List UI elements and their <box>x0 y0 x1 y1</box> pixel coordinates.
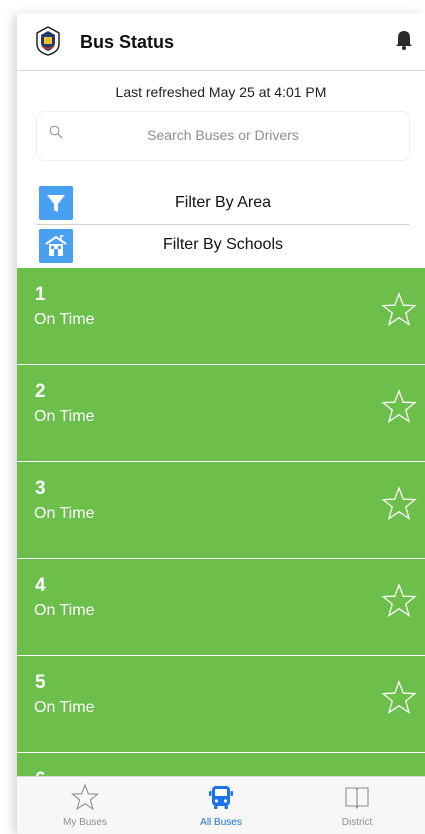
bus-number: 2 <box>35 381 46 402</box>
favorite-star-icon[interactable] <box>381 389 417 425</box>
bus-row[interactable]: 2 On Time <box>17 365 425 462</box>
bus-status: On Time <box>34 699 95 716</box>
tab-label: District <box>341 817 373 828</box>
phone-screen: Bus Status Last refreshed May 25 at 4:01… <box>17 13 425 834</box>
bus-row[interactable]: 4 On Time <box>17 559 425 656</box>
district-seal-icon <box>36 26 60 56</box>
bus-row[interactable]: 5 On Time <box>17 656 425 753</box>
favorite-star-icon[interactable] <box>381 292 417 328</box>
favorite-star-icon[interactable] <box>381 583 417 619</box>
bus-status: On Time <box>34 311 95 328</box>
bus-row[interactable]: 6 <box>17 753 425 777</box>
filter-by-schools-label: Filter By Schools <box>162 236 284 253</box>
favorite-star-icon[interactable] <box>381 486 417 522</box>
favorite-star-icon[interactable] <box>381 680 417 716</box>
search-placeholder: Search Buses or Drivers <box>147 127 299 143</box>
bus-status: On Time <box>34 505 95 522</box>
book-icon <box>345 787 369 810</box>
tab-label: All Buses <box>200 817 242 828</box>
filter-by-area-label: Filter By Area <box>174 194 272 211</box>
filter-by-area-row[interactable]: Filter By Area <box>37 184 409 225</box>
nav-bar: Bus Status <box>17 13 425 71</box>
filter-by-schools-row[interactable]: Filter By Schools <box>37 226 409 266</box>
bus-number: 4 <box>35 575 46 596</box>
bus-list: 1 On Time 2 On Time 3 On Time 4 On Time … <box>17 268 425 777</box>
bus-icon <box>209 786 233 809</box>
bus-number: 3 <box>35 478 46 499</box>
tab-district[interactable]: District <box>289 777 425 834</box>
tab-label: My Buses <box>63 817 107 828</box>
bus-number: 5 <box>35 672 46 693</box>
tab-all-buses[interactable]: All Buses <box>153 777 289 834</box>
bell-icon[interactable] <box>393 29 415 51</box>
bus-status: On Time <box>34 408 95 425</box>
tab-bar: My Buses All Buses District <box>17 776 425 834</box>
bus-row[interactable]: 1 On Time <box>17 268 425 365</box>
bus-number: 1 <box>35 284 46 305</box>
bus-status: On Time <box>34 602 95 619</box>
page-title: Bus Status <box>80 32 175 52</box>
search-input[interactable]: Search Buses or Drivers <box>37 112 409 160</box>
bus-row[interactable]: 3 On Time <box>17 462 425 559</box>
last-refreshed-text: Last refreshed May 25 at 4:01 PM <box>115 84 327 100</box>
star-outline-icon <box>71 783 99 811</box>
tab-my-buses[interactable]: My Buses <box>17 777 153 834</box>
